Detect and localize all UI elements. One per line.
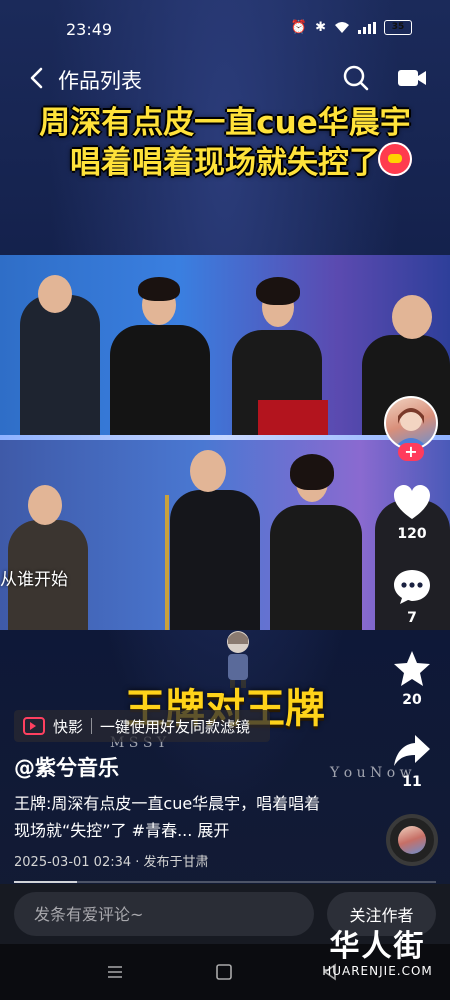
video-frame-bottom (0, 440, 450, 630)
share-icon (394, 735, 430, 766)
description-text: 王牌:周深有点皮一直cue华晨宇，唱着唱着现场就“失控”了 #青春... (14, 794, 321, 840)
person-head (38, 275, 72, 313)
search-icon[interactable] (342, 64, 370, 92)
expand-link[interactable]: 展开 (197, 821, 229, 840)
comment-input[interactable] (14, 892, 314, 936)
person-hair (256, 277, 300, 305)
music-disc[interactable] (386, 814, 438, 866)
red-skirt (258, 400, 328, 435)
heart-icon (394, 485, 430, 519)
back-arrow-icon[interactable] (24, 64, 52, 92)
post-description: 王牌:周深有点皮一直cue华晨宇，唱着唱着现场就“失控”了 #青春... 展开 (14, 790, 334, 844)
share-button[interactable]: 11 (384, 732, 440, 790)
status-bar: 23:49 ⏰ ✱ 35 (0, 0, 450, 60)
menu-icon[interactable] (105, 962, 125, 982)
avatar-image (394, 408, 428, 448)
person-silhouette (170, 490, 260, 630)
filter-tag[interactable]: 快影 一键使用好友同款滤镜 (14, 710, 270, 742)
music-disc-cover (398, 826, 426, 854)
watermark-en: HUARENJIE.COM (322, 964, 433, 978)
headline-line-1: 周深有点皮一直cue华晨宇 (39, 105, 411, 141)
video-frame-top (0, 255, 450, 435)
filter-brand: 快影 (53, 717, 84, 736)
signal-icon (358, 21, 376, 34)
person-silhouette (20, 295, 100, 435)
person-silhouette (110, 325, 210, 435)
video-progress-fill (14, 881, 78, 883)
filter-separator (91, 718, 93, 734)
follow-plus-button[interactable]: + (398, 443, 424, 461)
red-envelope-icon[interactable] (378, 142, 412, 176)
watermark-logo: 华人街 HUARENJIE.COM (310, 930, 445, 990)
comment-icon (394, 570, 430, 604)
bluetooth-icon: ✱ (315, 20, 326, 35)
comment-button[interactable]: 7 (384, 568, 440, 626)
status-time: 23:49 (66, 20, 113, 39)
battery-level: 35 (391, 22, 405, 32)
favorite-button[interactable]: 20 (384, 650, 440, 708)
star-icon (394, 651, 430, 686)
person-head (190, 450, 226, 492)
kuaiying-icon (23, 717, 45, 735)
comment-count: 7 (407, 610, 417, 626)
video-mode-icon[interactable] (396, 66, 428, 90)
battery-icon: 35 (384, 20, 412, 35)
video-progress-bar[interactable] (14, 881, 436, 883)
favorite-count: 20 (402, 692, 422, 708)
page-title: 作品列表 (58, 69, 142, 93)
video-subtitle: 从谁开始 (0, 570, 68, 590)
author-name[interactable]: @紫兮音乐 (14, 752, 119, 782)
wifi-icon (335, 22, 349, 33)
home-icon[interactable] (214, 962, 234, 982)
share-count: 11 (402, 774, 422, 790)
person-hair (138, 277, 180, 301)
microphone-stand (165, 495, 169, 630)
top-bar: 作品列表 (0, 58, 450, 98)
person-silhouette (270, 505, 362, 630)
person-head (392, 295, 432, 339)
like-count: 120 (397, 526, 427, 542)
alarm-icon: ⏰ (290, 20, 308, 35)
status-icons: ⏰ ✱ 35 (291, 20, 412, 35)
person-hair (290, 454, 334, 490)
person-head (28, 485, 62, 525)
filter-text: 一键使用好友同款滤镜 (100, 717, 251, 736)
post-meta: 2025-03-01 02:34 · 发布于甘肃 (14, 855, 209, 870)
watermark-cn: 华人街 (329, 929, 426, 964)
like-button[interactable]: 120 (384, 484, 440, 542)
